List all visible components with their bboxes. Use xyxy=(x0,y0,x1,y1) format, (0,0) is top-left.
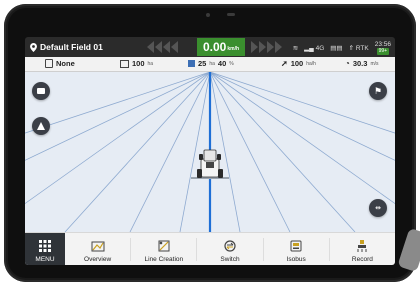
status-bar: Default Field 01 0.00 km/h ≋ ▂▄ 4G ▤▤ ⇑ … xyxy=(25,37,395,57)
width-icon xyxy=(120,59,129,68)
grid-icon xyxy=(39,240,51,252)
notification-badge: 99+ xyxy=(376,48,390,55)
shift-arrows-icon: ⇹ xyxy=(375,205,381,212)
width-info: 100 ha xyxy=(120,59,153,68)
implement-value: None xyxy=(56,59,75,68)
flag-button[interactable]: ⚑ xyxy=(369,82,387,100)
location-pin-icon xyxy=(30,42,37,52)
switch-icon xyxy=(224,240,236,252)
area-icon xyxy=(188,60,195,67)
area-value: 25 xyxy=(198,59,207,68)
width-value: 100 xyxy=(132,59,145,68)
navigation-button[interactable] xyxy=(32,117,50,135)
implement-icon xyxy=(45,59,53,68)
nav-line-creation[interactable]: Line Creation xyxy=(131,233,196,265)
navigation-arrow-icon xyxy=(37,122,45,130)
gauge-icon: ◔ xyxy=(345,59,350,68)
nav-label: Isobus xyxy=(286,256,306,263)
distance-value: 30.3 xyxy=(352,59,368,68)
nav-switch[interactable]: Switch xyxy=(197,233,262,265)
overview-icon xyxy=(91,241,105,252)
menu-button[interactable]: MENU xyxy=(25,233,65,265)
camera-icon xyxy=(37,88,45,94)
nav-label: Record xyxy=(351,256,373,263)
guidance-map[interactable]: ⚑ ⇹ xyxy=(25,72,395,232)
rate-value: 100 xyxy=(290,59,304,68)
front-camera xyxy=(227,13,235,16)
width-unit: ha xyxy=(147,60,154,67)
nav-record[interactable]: Record xyxy=(330,233,395,265)
line-creation-icon xyxy=(158,240,170,252)
nav-overview[interactable]: Overview xyxy=(65,233,130,265)
nav-label: Switch xyxy=(220,256,240,263)
camera-button[interactable] xyxy=(32,82,50,100)
record-icon xyxy=(357,240,367,252)
isobus-icon xyxy=(290,240,302,252)
status-indicators: ≋ ▂▄ 4G ▤▤ ⇑ RTK 23:56 99+ xyxy=(293,41,391,55)
implement-info[interactable]: None xyxy=(45,59,75,68)
bottom-nav: MENU Overview Line Creation Switch Isobu… xyxy=(25,232,395,265)
nav-isobus[interactable]: Isobus xyxy=(264,233,329,265)
satellite-icon: ▤▤ xyxy=(330,45,343,52)
progress-unit: % xyxy=(229,60,234,67)
rocket-icon: ➚ xyxy=(281,59,288,68)
cellular-signal: ▂▄ 4G xyxy=(304,45,325,52)
field-selector[interactable]: Default Field 01 xyxy=(30,42,103,52)
clock: 23:56 99+ xyxy=(375,41,391,55)
flag-icon: ⚑ xyxy=(373,85,383,96)
screen: Default Field 01 0.00 km/h ≋ ▂▄ 4G ▤▤ ⇑ … xyxy=(25,37,395,265)
menu-label: MENU xyxy=(35,256,55,263)
distance-info: ◔ 30.3 m/s xyxy=(345,59,379,68)
speed-display: 0.00 km/h xyxy=(197,38,245,56)
info-bar: None 100 ha 25 ha 40 % ➚ 100 ha/h ◔ 30.3… xyxy=(25,57,395,72)
distance-unit: m/s xyxy=(370,60,379,67)
center-shift-button[interactable]: ⇹ xyxy=(369,199,387,217)
nav-label: Line Creation xyxy=(144,256,184,263)
nav-label: Overview xyxy=(84,256,112,263)
front-sensor xyxy=(206,13,210,17)
area-unit: ha xyxy=(209,60,215,67)
progress-value: 40 xyxy=(217,59,227,68)
chevrons-left-icon xyxy=(147,40,179,54)
guidance-lines xyxy=(25,72,395,232)
area-info: 25 ha 40 % xyxy=(188,59,234,68)
rate-unit: ha/h xyxy=(306,60,316,67)
time-value: 23:56 xyxy=(374,41,391,48)
rtk-status: ⇑ RTK xyxy=(348,45,369,52)
speed-unit: km/h xyxy=(227,46,240,52)
tractor-icon xyxy=(191,149,229,179)
chevrons-right-icon xyxy=(251,40,283,54)
wifi-icon: ≋ xyxy=(292,45,299,52)
field-name: Default Field 01 xyxy=(40,42,103,52)
speed-value: 0.00 xyxy=(202,40,227,54)
rate-info: ➚ 100 ha/h xyxy=(281,59,316,68)
